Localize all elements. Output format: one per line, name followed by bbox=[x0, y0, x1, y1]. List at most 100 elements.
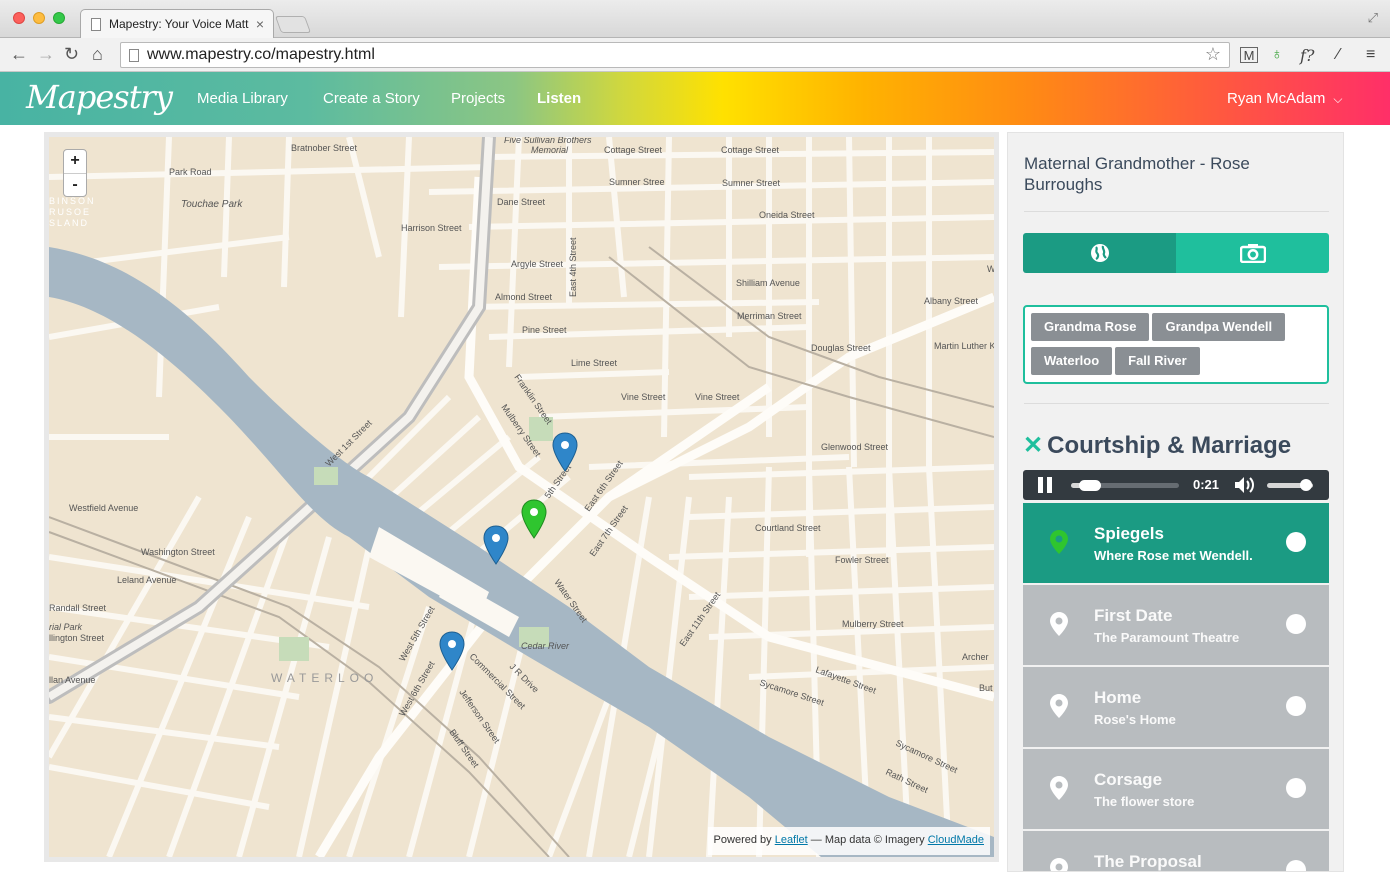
divider bbox=[1024, 211, 1329, 212]
map-label: Lime Street bbox=[571, 358, 618, 368]
nav-media-library[interactable]: Media Library bbox=[197, 90, 288, 107]
map-label: Archer bbox=[962, 652, 989, 662]
home-icon[interactable]: ⌂ bbox=[92, 44, 103, 64]
nav-create-story[interactable]: Create a Story bbox=[323, 90, 420, 107]
divider bbox=[1024, 403, 1329, 404]
bookmark-star-icon[interactable]: ☆ bbox=[1205, 44, 1221, 65]
audio-player: 0:21 bbox=[1023, 470, 1329, 500]
fullscreen-icon[interactable]: ⤢ bbox=[1368, 10, 1378, 26]
map-label: Fowler Street bbox=[835, 555, 889, 565]
map-label: Sumner Stree bbox=[609, 177, 665, 187]
nav-projects[interactable]: Projects bbox=[451, 90, 505, 107]
nav-listen[interactable]: Listen bbox=[537, 90, 581, 107]
chapter-heading: ✕ Courtship & Marriage bbox=[1023, 431, 1291, 460]
minimize-window-button[interactable] bbox=[33, 12, 45, 24]
stop-item[interactable]: Home Rose's Home bbox=[1023, 667, 1329, 747]
map-label: Dane Street bbox=[497, 197, 546, 207]
zoom-out-button[interactable]: - bbox=[64, 173, 86, 196]
map[interactable]: Park Road Touchae Park BINSON RUSOE SLAN… bbox=[44, 132, 999, 862]
location-pin-icon bbox=[1049, 611, 1069, 642]
stop-radio[interactable] bbox=[1286, 778, 1306, 798]
map-label: Oneida Street bbox=[759, 210, 815, 220]
attribution-text: Powered by bbox=[713, 834, 772, 846]
tag-list: Grandma Rose Grandpa Wendell Waterloo Fall… bbox=[1023, 305, 1329, 384]
map-label: Sumner Street bbox=[722, 178, 781, 188]
volume-slider[interactable] bbox=[1267, 479, 1313, 491]
back-arrow-icon[interactable]: ← bbox=[10, 44, 28, 64]
address-bar[interactable]: www.mapestry.co/mapestry.html ☆ bbox=[120, 42, 1230, 68]
tag[interactable]: Grandma Rose bbox=[1031, 313, 1150, 341]
globe-icon bbox=[1090, 244, 1109, 262]
map-label: Pine Street bbox=[522, 325, 567, 335]
map-label: Washington Street bbox=[141, 547, 215, 557]
map-label: Cottage Street bbox=[721, 145, 780, 155]
stop-item[interactable]: Corsage The flower store bbox=[1023, 749, 1329, 829]
close-chapter-icon[interactable]: ✕ bbox=[1023, 432, 1043, 459]
cloudmade-link[interactable]: CloudMade bbox=[928, 834, 984, 846]
new-tab-button[interactable] bbox=[274, 16, 312, 33]
map-marker-green[interactable] bbox=[521, 499, 547, 539]
stop-subtitle: The flower store bbox=[1094, 794, 1195, 809]
forward-arrow-icon[interactable]: → bbox=[37, 44, 55, 64]
map-label: Cedar River bbox=[521, 641, 570, 651]
page-icon bbox=[129, 49, 139, 62]
close-window-button[interactable] bbox=[13, 12, 25, 24]
tab-title: Mapestry: Your Voice Matt bbox=[109, 17, 249, 31]
map-marker-blue[interactable] bbox=[483, 525, 509, 565]
menu-icon[interactable]: ≡ bbox=[1366, 46, 1375, 64]
user-menu[interactable]: Ryan McAdam ⌵ bbox=[1227, 90, 1342, 107]
progress-bar[interactable] bbox=[1071, 480, 1179, 491]
stop-item[interactable]: The Proposal bbox=[1023, 831, 1329, 871]
map-tiles: Park Road Touchae Park BINSON RUSOE SLAN… bbox=[49, 137, 994, 857]
extension-font-icon[interactable]: f? bbox=[1300, 46, 1315, 65]
document-icon bbox=[91, 18, 101, 31]
map-label: Argyle Street bbox=[511, 259, 564, 269]
stop-radio[interactable] bbox=[1286, 532, 1306, 552]
stop-radio[interactable] bbox=[1286, 696, 1306, 716]
map-label: Douglas Street bbox=[811, 343, 871, 353]
map-label: Merriman Street bbox=[737, 311, 802, 321]
stop-item[interactable]: Spiegels Where Rose met Wendell. bbox=[1023, 503, 1329, 583]
stop-subtitle: Rose's Home bbox=[1094, 712, 1176, 727]
map-label: Five Sullivan Brothers bbox=[504, 137, 592, 145]
eyedropper-icon[interactable]: ⁄ bbox=[1337, 46, 1340, 64]
extension-green-icon[interactable]: ♁ bbox=[1271, 46, 1283, 64]
map-label: Randall Street bbox=[49, 603, 107, 613]
map-label: Albany Street bbox=[924, 296, 979, 306]
map-label: SLAND bbox=[49, 218, 89, 228]
chapter-title: Courtship & Marriage bbox=[1047, 432, 1292, 459]
stop-name: Home bbox=[1094, 688, 1142, 707]
leaflet-link[interactable]: Leaflet bbox=[775, 834, 808, 846]
photo-view-button[interactable] bbox=[1176, 233, 1329, 273]
map-label: Westfield Avenue bbox=[69, 503, 138, 513]
volume-handle[interactable] bbox=[1300, 479, 1313, 491]
tag[interactable]: Fall River bbox=[1115, 347, 1200, 375]
map-marker-blue[interactable] bbox=[439, 631, 465, 671]
pause-button[interactable] bbox=[1038, 477, 1053, 493]
story-title: Maternal Grandmother - Rose Burroughs bbox=[1024, 154, 1250, 194]
map-label: Vine Street bbox=[621, 392, 666, 402]
maximize-window-button[interactable] bbox=[53, 12, 65, 24]
browser-tab[interactable]: Mapestry: Your Voice Matt × bbox=[80, 9, 274, 39]
map-marker-blue[interactable] bbox=[552, 432, 578, 472]
tab-close-icon[interactable]: × bbox=[256, 16, 264, 32]
reload-icon[interactable]: ↻ bbox=[64, 44, 79, 64]
extension-m-icon[interactable]: M bbox=[1240, 47, 1258, 63]
stop-radio[interactable] bbox=[1286, 614, 1306, 634]
app-header: Mapestry Media Library Create a Story Pr… bbox=[0, 72, 1390, 125]
chevron-down-icon: ⌵ bbox=[1333, 92, 1343, 106]
zoom-in-button[interactable]: + bbox=[64, 150, 86, 173]
tag[interactable]: Waterloo bbox=[1031, 347, 1113, 375]
map-view-button[interactable] bbox=[1023, 233, 1176, 273]
location-pin-icon bbox=[1049, 857, 1069, 871]
location-pin-icon bbox=[1049, 693, 1069, 724]
pause-icon bbox=[1038, 477, 1043, 493]
stop-radio[interactable] bbox=[1286, 860, 1306, 871]
stop-item[interactable]: First Date The Paramount Theatre bbox=[1023, 585, 1329, 665]
progress-handle[interactable] bbox=[1079, 480, 1102, 491]
logo[interactable]: Mapestry bbox=[26, 78, 173, 116]
map-label: Courtland Street bbox=[755, 523, 821, 533]
tag[interactable]: Grandpa Wendell bbox=[1152, 313, 1286, 341]
volume-icon[interactable] bbox=[1233, 475, 1257, 495]
stop-name: Corsage bbox=[1094, 770, 1163, 789]
